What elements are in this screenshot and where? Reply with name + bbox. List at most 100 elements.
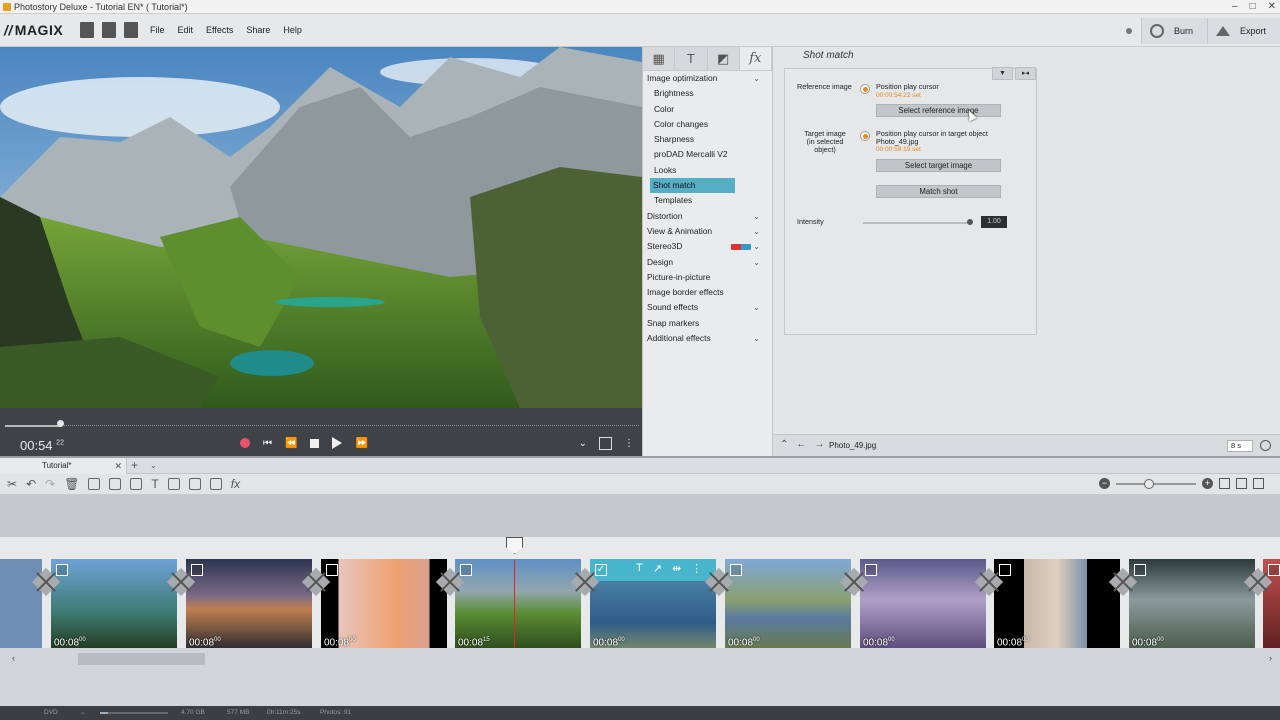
clip-checkbox[interactable] bbox=[999, 564, 1011, 576]
clip-checkbox[interactable] bbox=[326, 564, 338, 576]
delete-icon[interactable]: 🗑 bbox=[64, 477, 79, 491]
menu-share[interactable]: Share bbox=[246, 25, 270, 35]
effect-color[interactable]: Color bbox=[643, 102, 772, 117]
burn-button[interactable]: Burn bbox=[1140, 18, 1207, 44]
effect-distortion[interactable]: Distortion ⌄ bbox=[643, 209, 772, 224]
effect-additional[interactable]: Additional effects ⌄ bbox=[643, 331, 772, 346]
scrollbar-thumb[interactable] bbox=[78, 653, 205, 665]
effect-sharpness[interactable]: Sharpness bbox=[643, 132, 772, 147]
intensity-value-field[interactable]: 1.00 bbox=[981, 216, 1007, 228]
timeline-scrollbar[interactable]: ‹ › bbox=[0, 648, 1280, 670]
undo-icon[interactable]: ↶ bbox=[26, 477, 36, 491]
clip-checkbox-checked[interactable]: ✓ bbox=[595, 564, 607, 576]
timeline-clip[interactable]: 00:0800 bbox=[321, 559, 447, 650]
open-folder-icon[interactable] bbox=[102, 22, 116, 38]
maximize-button[interactable]: □ bbox=[1250, 0, 1256, 14]
timeline-clip[interactable]: 00:0800 bbox=[1129, 559, 1255, 650]
scroll-left-icon[interactable]: ‹ bbox=[12, 653, 15, 663]
fit-view-icon[interactable] bbox=[1219, 478, 1230, 489]
stop-button[interactable] bbox=[310, 438, 320, 448]
previous-object-icon[interactable]: ← bbox=[796, 439, 806, 450]
redo-icon[interactable]: ↷ bbox=[45, 477, 55, 491]
fast-forward-icon[interactable]: ⏩ bbox=[355, 438, 367, 449]
collapse-up-icon[interactable]: ⌃ bbox=[780, 439, 788, 450]
effect-picture-in-picture[interactable]: Picture-in-picture bbox=[643, 270, 772, 285]
effect-templates[interactable]: Templates bbox=[643, 193, 772, 208]
effect-brightness[interactable]: Brightness bbox=[643, 86, 772, 101]
close-tab-icon[interactable]: ✕ bbox=[114, 458, 122, 474]
effect-image-optimization[interactable]: Image optimization ⌄ bbox=[643, 71, 772, 86]
effect-stereo3d[interactable]: Stereo3D ⌄ bbox=[643, 239, 772, 254]
zoom-out-icon[interactable]: − bbox=[1099, 478, 1110, 489]
tab-tutorial[interactable]: Tutorial* ✕ bbox=[0, 458, 127, 474]
title-icon[interactable]: T bbox=[151, 477, 158, 491]
skip-to-start-icon[interactable]: ⏮ bbox=[263, 438, 272, 449]
chevron-down-icon[interactable]: ⌄ bbox=[579, 438, 587, 449]
select-reference-button[interactable]: Select reference image bbox=[876, 104, 1001, 117]
effect-design[interactable]: Design ⌄ bbox=[643, 255, 772, 270]
record-button[interactable] bbox=[240, 438, 250, 448]
timeline-area[interactable]: 00:0800 00:0800 00:0800 00:0815 ✓ T ↗ ⇹ … bbox=[0, 495, 1280, 706]
rewind-icon[interactable]: ⏪ bbox=[285, 438, 297, 449]
timeline-track[interactable]: 00:0800 00:0800 00:0800 00:0815 ✓ T ↗ ⇹ … bbox=[0, 537, 1280, 662]
group-icon[interactable] bbox=[209, 478, 222, 490]
clip-more-icon[interactable]: ⋮ bbox=[691, 562, 702, 575]
timeline-clip[interactable]: 00:0800 bbox=[186, 559, 312, 650]
reset-icon[interactable]: ▸◂ bbox=[1015, 67, 1036, 80]
split-icon[interactable] bbox=[188, 478, 201, 490]
cut-icon[interactable] bbox=[109, 478, 122, 490]
close-button[interactable]: ✕ bbox=[1268, 0, 1276, 14]
menu-effects[interactable]: Effects bbox=[206, 25, 233, 35]
fullscreen-icon[interactable] bbox=[599, 437, 612, 450]
effect-looks[interactable]: Looks bbox=[643, 163, 772, 178]
timeline-clip[interactable]: 00:0815 bbox=[455, 559, 581, 650]
clip-split-icon[interactable]: ⇹ bbox=[672, 562, 681, 575]
match-shot-button[interactable]: Match shot bbox=[876, 185, 1001, 198]
duration-field[interactable]: 8 s bbox=[1227, 440, 1253, 452]
timeline-ruler[interactable] bbox=[0, 495, 1280, 537]
paste-icon[interactable] bbox=[130, 478, 143, 490]
intensity-slider-knob[interactable] bbox=[967, 219, 973, 225]
clip-checkbox[interactable] bbox=[56, 564, 68, 576]
clip-checkbox[interactable] bbox=[191, 564, 203, 576]
chevron-down-icon[interactable]: ⌄ bbox=[150, 458, 157, 474]
clip-checkbox[interactable] bbox=[1268, 564, 1280, 576]
zoom-slider[interactable] bbox=[1116, 478, 1196, 489]
save-icon[interactable] bbox=[124, 22, 138, 38]
timeline-clip-selected[interactable]: ✓ T ↗ ⇹ ⋮ 00:0800 bbox=[590, 559, 716, 650]
effect-shot-match[interactable]: Shot match bbox=[650, 178, 735, 194]
clip-title-icon[interactable]: T bbox=[636, 562, 643, 575]
effect-image-border[interactable]: Image border effects bbox=[643, 285, 772, 300]
zoom-slider-knob[interactable] bbox=[1144, 478, 1154, 489]
clock-icon[interactable] bbox=[1260, 440, 1271, 451]
fx-tab-icon[interactable]: fx bbox=[739, 47, 772, 70]
clip-checkbox[interactable] bbox=[460, 564, 472, 576]
collapse-icon[interactable]: ▼ bbox=[992, 67, 1013, 80]
menu-help[interactable]: Help bbox=[283, 25, 302, 35]
effect-snap-markers[interactable]: Snap markers bbox=[643, 316, 772, 331]
timeline-clip[interactable]: 00:0800 bbox=[725, 559, 851, 650]
effect-sound-effects[interactable]: Sound effects ⌄ bbox=[643, 300, 772, 315]
intensity-slider[interactable] bbox=[863, 222, 971, 224]
scrubber-knob[interactable] bbox=[57, 420, 64, 427]
minimize-button[interactable]: – bbox=[1232, 0, 1238, 14]
mouse-mode-icon[interactable]: ✂ bbox=[7, 477, 17, 491]
copy-icon[interactable] bbox=[88, 478, 101, 490]
media-type[interactable]: DVD bbox=[44, 706, 58, 720]
timeline-clip[interactable]: 00:0800 bbox=[994, 559, 1120, 650]
timeline-clip[interactable]: 00:0800 bbox=[51, 559, 177, 650]
next-object-icon[interactable]: → bbox=[814, 439, 824, 450]
fx-icon[interactable]: fx bbox=[231, 477, 240, 491]
menu-edit[interactable]: Edit bbox=[178, 25, 194, 35]
effect-view-animation[interactable]: View & Animation ⌄ bbox=[643, 224, 772, 239]
effect-prodad-mercalli[interactable]: proDAD Mercalli V2 bbox=[643, 147, 772, 162]
effect-color-changes[interactable]: Color changes bbox=[643, 117, 772, 132]
clip-checkbox[interactable] bbox=[730, 564, 742, 576]
chevron-down-icon[interactable]: ⌄ bbox=[80, 706, 85, 720]
media-pool-tab-icon[interactable]: ▦ bbox=[643, 47, 676, 70]
more-options-icon[interactable]: ⋮ bbox=[624, 438, 634, 449]
edit-icon[interactable] bbox=[167, 478, 180, 490]
select-target-button[interactable]: Select target image bbox=[876, 159, 1001, 172]
zoom-all-icon[interactable] bbox=[1236, 478, 1247, 489]
target-radio[interactable] bbox=[860, 131, 870, 141]
